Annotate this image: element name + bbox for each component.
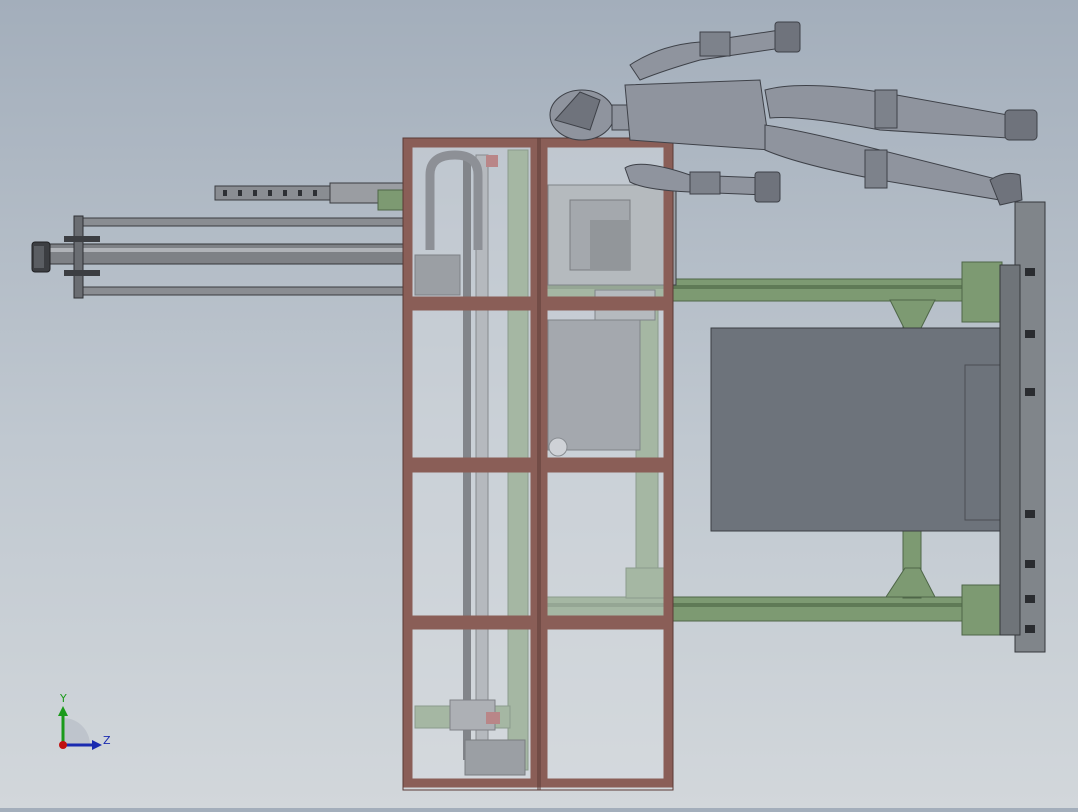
z-axis-label: Z (103, 734, 111, 747)
telescopic-rod-assembly (31, 182, 411, 299)
assembly-drawing: Y Z (31, 21, 1046, 791)
mounting-plate (999, 201, 1046, 653)
electrical-panel (710, 327, 1002, 532)
cad-viewport[interactable]: Y Z (0, 0, 1078, 808)
y-axis-label: Y (59, 692, 67, 705)
coordinate-triad: Y Z (58, 692, 111, 750)
